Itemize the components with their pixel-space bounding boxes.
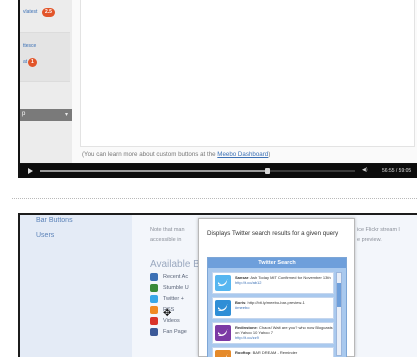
twitter-search-popup: Displays Twitter search results for a gi…	[198, 218, 355, 357]
tweet-item[interactable]: Boris: http://bit.ly/meebo-bar-preview-1…	[212, 297, 334, 319]
count-badge: 2.5	[42, 8, 55, 17]
scrollbar-thumb[interactable]	[337, 283, 341, 307]
available-button-label[interactable]: Stumble U	[163, 285, 189, 291]
tweet-item[interactable]: Redinstone: Chaos! Wait are you? who now…	[212, 322, 334, 344]
video-player[interactable]: vlatest 2.5 ttesce at 1 p ▾ (You can lea…	[18, 0, 417, 178]
available-buttons-heading: Available B	[150, 259, 200, 270]
seek-handle[interactable]	[264, 168, 270, 174]
volume-icon[interactable]: ◀)	[362, 167, 368, 173]
twitter-bird-icon	[215, 325, 231, 341]
twitter-search-widget: Twitter Search Sansar: Ash Today MIT Con…	[207, 257, 347, 357]
sidebar-dropdown-label: p	[22, 111, 26, 117]
note-suffix: )	[268, 151, 271, 158]
seek-bar-progress	[40, 170, 267, 172]
recent-activity-icon	[150, 273, 158, 281]
twitter-bird-icon	[215, 300, 231, 316]
chevron-down-icon: ▾	[64, 112, 68, 118]
page: vlatest 2.5 ttesce at 1 p ▾ (You can lea…	[0, 0, 417, 357]
tweet-text: Rooftop: BAR DREAM - Reminder	[235, 350, 298, 355]
sidebar-item-latest[interactable]: vlatest	[23, 9, 37, 15]
tweet-user[interactable]: Rooftop	[235, 350, 250, 355]
sidebar-item-bar-buttons[interactable]: Bar Buttons	[36, 217, 73, 224]
seek-bar[interactable]	[40, 170, 355, 172]
sidebar-dropdown[interactable]: p ▾	[20, 109, 72, 121]
rss-icon	[150, 306, 158, 314]
twitter-bird-icon	[215, 350, 231, 357]
widget-title: Twitter Search	[208, 258, 346, 268]
widget-scrollbar[interactable]	[336, 272, 342, 356]
tweet-link[interactable]: #meebo	[235, 305, 249, 310]
tweet-text: Sansar: Ash Today MIT Confirmed for Nove…	[235, 275, 331, 285]
time-readout: 56:55 / 59:05	[382, 168, 412, 174]
tweet-text: Redinstone: Chaos! Wait are you? who now…	[235, 325, 333, 340]
sidebar-item-users[interactable]: Users	[36, 232, 54, 239]
meebo-dashboard-link[interactable]: Meebo Dashboard	[217, 151, 268, 158]
video-sidebar: vlatest 2.5 ttesce at 1 p ▾	[20, 0, 72, 163]
note-left-line2: accessible in	[150, 237, 182, 243]
sidebar-item-third[interactable]: at	[23, 59, 27, 65]
tweet-body: Ash Today MIT Confirmed for November 13t…	[250, 275, 331, 280]
screen-sidebar: Bar Buttons Users	[20, 215, 132, 357]
note-prefix: (You can learn more about custom buttons…	[82, 151, 218, 158]
tweet-body: BAR DREAM - Reminder	[252, 350, 298, 355]
tweet-body: http://bit.ly/meebo-bar-preview-1	[247, 300, 305, 305]
note-right-line2: e preview.	[357, 237, 382, 243]
sidebar-item-second[interactable]: ttesce	[23, 43, 36, 49]
available-button-label[interactable]: Fan Page	[163, 329, 187, 335]
facebook-icon	[150, 328, 158, 336]
tweet-link[interactable]: http://t.co/ab12	[235, 280, 261, 285]
dotted-divider	[12, 198, 417, 199]
tweet-link[interactable]: http://t.co/zz9	[235, 335, 259, 340]
custom-buttons-note: (You can learn more about custom buttons…	[82, 151, 270, 158]
play-icon[interactable]	[28, 168, 33, 174]
tweet-text: Boris: http://bit.ly/meebo-bar-preview-1…	[235, 300, 305, 310]
videos-icon	[150, 317, 158, 325]
video-controls: ◀) 56:55 / 59:05	[20, 164, 417, 178]
video-main-panel	[80, 0, 415, 147]
tweet-item[interactable]: Sansar: Ash Today MIT Confirmed for Nove…	[212, 272, 334, 294]
sidebar-box: ttesce at 1	[20, 32, 70, 82]
available-button-label[interactable]: Twitter +	[163, 296, 184, 302]
stumbleupon-icon	[150, 284, 158, 292]
tweet-item[interactable]: Rooftop: BAR DREAM - Reminder	[212, 347, 334, 357]
mouse-cursor-icon: ✥	[163, 308, 172, 319]
note-right-line1: ice Flickr stream l	[357, 227, 400, 233]
twitter-icon	[150, 295, 158, 303]
count-badge: 1	[28, 58, 37, 67]
available-button-label[interactable]: Recent Ac	[163, 274, 188, 280]
video-frame-content: vlatest 2.5 ttesce at 1 p ▾ (You can lea…	[20, 0, 417, 163]
popup-description: Displays Twitter search results for a gi…	[207, 230, 339, 237]
note-left-line1: Note that man	[150, 227, 185, 233]
twitter-bird-icon	[215, 275, 231, 291]
